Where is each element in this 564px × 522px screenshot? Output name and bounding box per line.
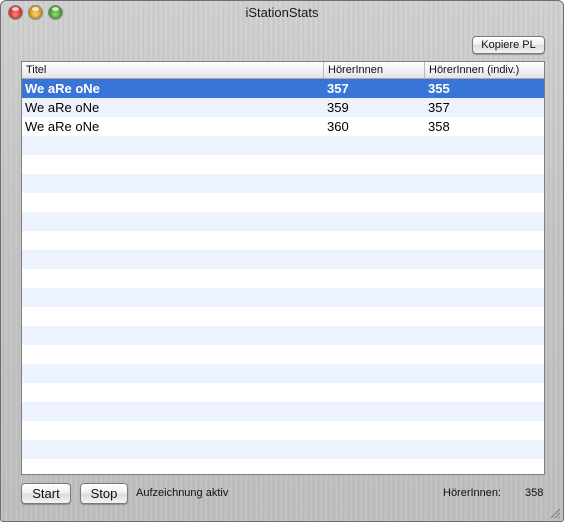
table-row[interactable]: We aRe oNe 360 358 — [22, 117, 544, 136]
cell-listeners: 359 — [327, 100, 349, 115]
start-button[interactable]: Start — [21, 483, 71, 504]
empty-table-row — [22, 307, 544, 326]
cell-listeners: 360 — [327, 119, 349, 134]
empty-table-row — [22, 174, 544, 193]
title-bar[interactable]: iStationStats — [1, 1, 563, 25]
app-window: iStationStats Kopiere PL Titel HörerInne… — [0, 0, 564, 522]
cell-title: We aRe oNe — [25, 100, 100, 115]
table-body: We aRe oNe 357 355 We aRe oNe 359 357 We… — [22, 79, 544, 474]
empty-table-row — [22, 231, 544, 250]
empty-table-row — [22, 250, 544, 269]
cell-listeners-indiv: 355 — [428, 81, 450, 96]
cell-listeners-indiv: 358 — [428, 119, 450, 134]
column-header-title[interactable]: Titel — [22, 62, 324, 78]
empty-table-row — [22, 459, 544, 474]
table-header: Titel HörerInnen HörerInnen (indiv.) — [22, 62, 544, 79]
empty-table-row — [22, 288, 544, 307]
table-row[interactable]: We aRe oNe 359 357 — [22, 98, 544, 117]
column-header-listeners-indiv[interactable]: HörerInnen (indiv.) — [425, 62, 544, 78]
resize-grip-icon[interactable] — [549, 507, 561, 519]
empty-table-row — [22, 136, 544, 155]
empty-table-row — [22, 402, 544, 421]
listener-count-value: 358 — [525, 487, 544, 499]
stop-button[interactable]: Stop — [80, 483, 128, 504]
cell-listeners-indiv: 357 — [428, 100, 450, 115]
empty-table-row — [22, 269, 544, 288]
recording-status: Aufzeichnung aktiv — [136, 487, 229, 499]
empty-table-row — [22, 193, 544, 212]
empty-table-row — [22, 383, 544, 402]
table-row[interactable]: We aRe oNe 357 355 — [22, 79, 544, 98]
copy-playlist-button[interactable]: Kopiere PL — [472, 36, 545, 54]
window-title: iStationStats — [245, 5, 319, 20]
empty-table-row — [22, 155, 544, 174]
empty-table-row — [22, 421, 544, 440]
empty-table-row — [22, 364, 544, 383]
stats-table[interactable]: Titel HörerInnen HörerInnen (indiv.) We … — [21, 61, 545, 475]
cell-title: We aRe oNe — [25, 119, 100, 134]
cell-listeners: 357 — [327, 81, 349, 96]
empty-table-row — [22, 345, 544, 364]
cell-title: We aRe oNe — [25, 81, 100, 96]
column-header-listeners[interactable]: HörerInnen — [324, 62, 425, 78]
empty-table-row — [22, 440, 544, 459]
empty-table-row — [22, 326, 544, 345]
listener-count-label: HörerInnen: — [443, 487, 502, 499]
empty-table-row — [22, 212, 544, 231]
